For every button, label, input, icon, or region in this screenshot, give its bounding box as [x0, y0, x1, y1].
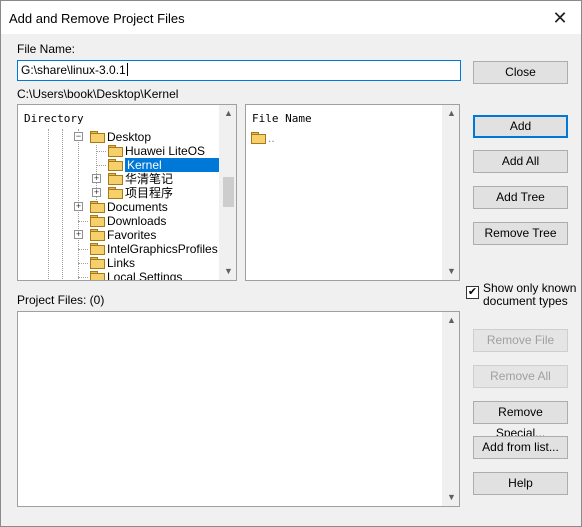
- tree-item-label: Desktop: [107, 130, 152, 144]
- scroll-down-arrow-icon[interactable]: ▼: [220, 263, 236, 280]
- add-button[interactable]: Add: [473, 115, 568, 138]
- expand-toggle[interactable]: +: [74, 202, 83, 211]
- scroll-up-arrow-icon[interactable]: ▲: [443, 105, 459, 122]
- tree-item-documents[interactable]: Documents: [90, 200, 168, 214]
- open-folder-icon: [108, 159, 123, 171]
- folder-icon: [90, 229, 105, 241]
- tree-guide-line: [78, 277, 88, 278]
- expand-toggle[interactable]: +: [92, 174, 101, 183]
- remove-all-button[interactable]: Remove All: [473, 365, 568, 388]
- add-all-button[interactable]: Add All: [473, 150, 568, 173]
- show-only-known-label-line1: Show only known: [483, 281, 577, 295]
- folder-icon: [90, 201, 105, 213]
- remove-file-button[interactable]: Remove File: [473, 329, 568, 352]
- tree-item-desktop[interactable]: Desktop: [90, 130, 151, 144]
- show-only-known-label: Show only known document types: [483, 282, 576, 308]
- close-button[interactable]: Close: [473, 61, 568, 84]
- tree-guide-line: [62, 129, 63, 280]
- folder-icon: [90, 243, 105, 255]
- tree-item-downloads[interactable]: Downloads: [90, 214, 166, 228]
- expand-toggle[interactable]: +: [92, 188, 101, 197]
- tree-item-favorites[interactable]: Favorites: [90, 228, 156, 242]
- file-name-header: File Name: [252, 112, 312, 125]
- add-from-list-button[interactable]: Add from list...: [473, 436, 568, 459]
- show-only-known-label-line2: document types: [483, 294, 568, 308]
- add-remove-project-files-dialog: Add and Remove Project Files ✕ File Name…: [0, 0, 582, 527]
- tree-item-project-programs[interactable]: 项目程序: [108, 186, 173, 200]
- current-path-label: C:\Users\book\Desktop\Kernel: [17, 87, 179, 101]
- tree-guide-line: [96, 165, 106, 166]
- window-title: Add and Remove Project Files: [9, 11, 185, 26]
- directory-scrollbar[interactable]: ▲ ▼: [219, 105, 236, 280]
- tree-item-intelgraphicsprofiles[interactable]: IntelGraphicsProfiles: [90, 242, 218, 256]
- tree-item-label: 华清笔记: [125, 172, 174, 186]
- collapse-toggle[interactable]: −: [74, 132, 83, 141]
- folder-icon: [108, 187, 123, 199]
- file-name-input[interactable]: G:\share\linux-3.0.1: [17, 60, 461, 81]
- tree-guide-line: [78, 221, 88, 222]
- parent-folder-icon: [251, 132, 266, 144]
- tree-item-label: 项目程序: [125, 186, 174, 200]
- folder-icon: [90, 131, 105, 143]
- tree-item-local-settings[interactable]: Local Settings: [90, 270, 183, 281]
- tree-item-label: IntelGraphicsProfiles: [107, 242, 218, 256]
- tree-item-huaqing-notes[interactable]: 华清笔记: [108, 172, 173, 186]
- show-only-known-checkbox[interactable]: ✔: [466, 286, 479, 299]
- close-window-icon[interactable]: ✕: [549, 7, 571, 29]
- folder-icon: [90, 271, 105, 280]
- tree-item-label: Documents: [107, 200, 168, 214]
- tree-guide-line: [78, 263, 88, 264]
- tree-guide-line: [78, 249, 88, 250]
- tree-item-label: Local Settings: [107, 270, 183, 281]
- help-button[interactable]: Help: [473, 472, 568, 495]
- project-files-list[interactable]: ▲ ▼: [17, 311, 460, 507]
- remove-special-button[interactable]: Remove Special...: [473, 401, 568, 440]
- folder-icon: [90, 215, 105, 227]
- text-caret: [126, 63, 128, 76]
- scrollbar-thumb[interactable]: [223, 177, 234, 207]
- file-item-label: ..: [268, 131, 275, 145]
- scroll-up-arrow-icon[interactable]: ▲: [443, 312, 459, 329]
- tree-item-label: Kernel: [125, 158, 221, 172]
- remove-tree-button[interactable]: Remove Tree: [473, 222, 568, 245]
- folder-icon: [108, 173, 123, 185]
- directory-header: Directory: [24, 112, 84, 125]
- directory-tree[interactable]: Directory − Desktop Huawei LiteOS Kernel…: [17, 104, 237, 281]
- folder-icon: [90, 257, 105, 269]
- tree-item-label: Downloads: [107, 214, 167, 228]
- tree-item-label: Huawei LiteOS: [125, 144, 206, 158]
- tree-guide-line: [48, 129, 49, 280]
- file-name-label: File Name:: [17, 42, 76, 56]
- scroll-up-arrow-icon[interactable]: ▲: [220, 105, 236, 122]
- tree-item-huawei-liteos[interactable]: Huawei LiteOS: [108, 144, 205, 158]
- project-files-scrollbar[interactable]: ▲ ▼: [442, 312, 459, 506]
- scroll-down-arrow-icon[interactable]: ▼: [443, 263, 459, 280]
- file-list[interactable]: File Name .. ▲ ▼: [245, 104, 460, 281]
- folder-icon: [108, 145, 123, 157]
- file-list-scrollbar[interactable]: ▲ ▼: [442, 105, 459, 280]
- tree-item-kernel[interactable]: Kernel: [108, 158, 221, 172]
- file-name-value: G:\share\linux-3.0.1: [21, 63, 126, 77]
- file-item-parent[interactable]: ..: [251, 131, 275, 145]
- scroll-down-arrow-icon[interactable]: ▼: [443, 489, 459, 506]
- tree-item-label: Favorites: [107, 228, 157, 242]
- title-bar: Add and Remove Project Files ✕: [1, 1, 581, 34]
- expand-toggle[interactable]: +: [74, 230, 83, 239]
- add-tree-button[interactable]: Add Tree: [473, 186, 568, 209]
- tree-item-links[interactable]: Links: [90, 256, 135, 270]
- project-files-label: Project Files: (0): [17, 293, 105, 307]
- tree-item-label: Links: [107, 256, 136, 270]
- tree-guide-line: [96, 151, 106, 152]
